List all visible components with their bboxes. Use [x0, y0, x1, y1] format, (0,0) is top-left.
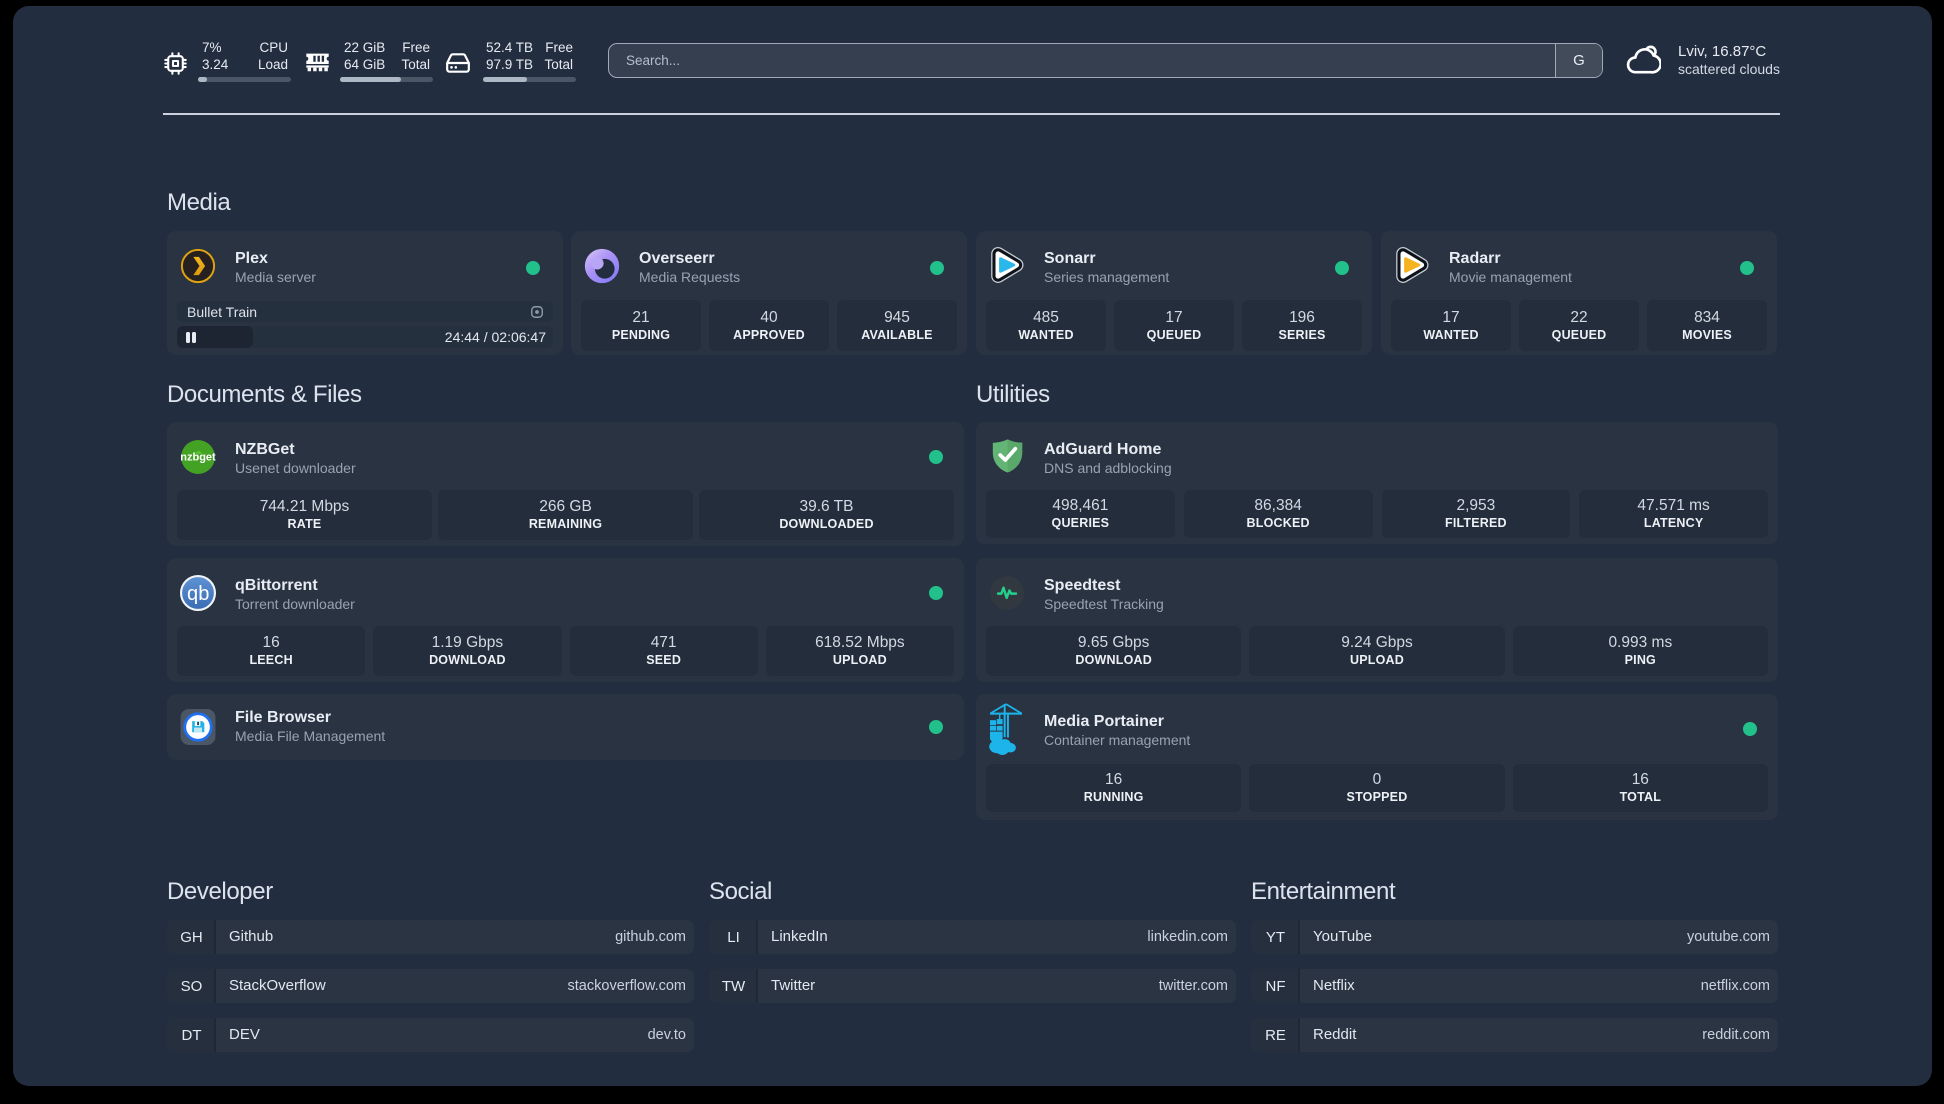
svg-text:nzbget: nzbget	[180, 451, 216, 463]
svg-text:qb: qb	[187, 583, 209, 605]
